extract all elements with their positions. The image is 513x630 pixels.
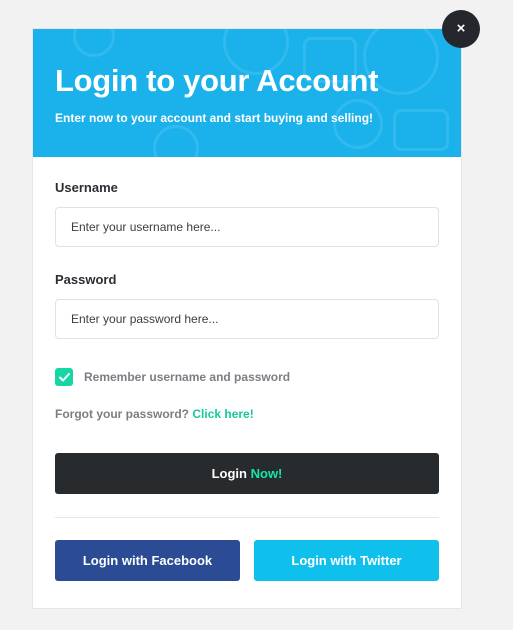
close-icon: × <box>456 20 466 37</box>
check-icon <box>58 372 70 381</box>
forgot-password-row: Forgot your password? Click here! <box>55 407 254 421</box>
login-modal: Login to your Account Enter now to your … <box>33 29 461 608</box>
page-title: Login to your Account <box>55 63 379 98</box>
divider <box>55 517 439 518</box>
remember-checkbox[interactable] <box>55 368 73 386</box>
password-input[interactable] <box>55 299 439 339</box>
login-button-label: Login <box>211 466 247 481</box>
username-label: Username <box>55 180 118 195</box>
forgot-password-text: Forgot your password? <box>55 407 190 421</box>
modal-header: Login to your Account Enter now to your … <box>33 29 461 157</box>
forgot-password-link[interactable]: Click here! <box>192 407 253 421</box>
header-doodle <box>153 125 199 157</box>
username-input[interactable] <box>55 207 439 247</box>
page: Login to your Account Enter now to your … <box>0 0 513 630</box>
header-doodle <box>73 29 115 57</box>
remember-label: Remember username and password <box>84 370 291 384</box>
close-button[interactable]: × <box>442 10 480 48</box>
login-button[interactable]: Login Now! <box>55 453 439 494</box>
page-subtitle: Enter now to your account and start buyi… <box>55 111 374 125</box>
login-button-accent: Now! <box>250 466 283 481</box>
password-label: Password <box>55 272 117 287</box>
facebook-login-button[interactable]: Login with Facebook <box>55 540 240 581</box>
header-doodle <box>393 109 449 151</box>
remember-row: Remember username and password <box>55 368 290 386</box>
twitter-login-button[interactable]: Login with Twitter <box>254 540 439 581</box>
